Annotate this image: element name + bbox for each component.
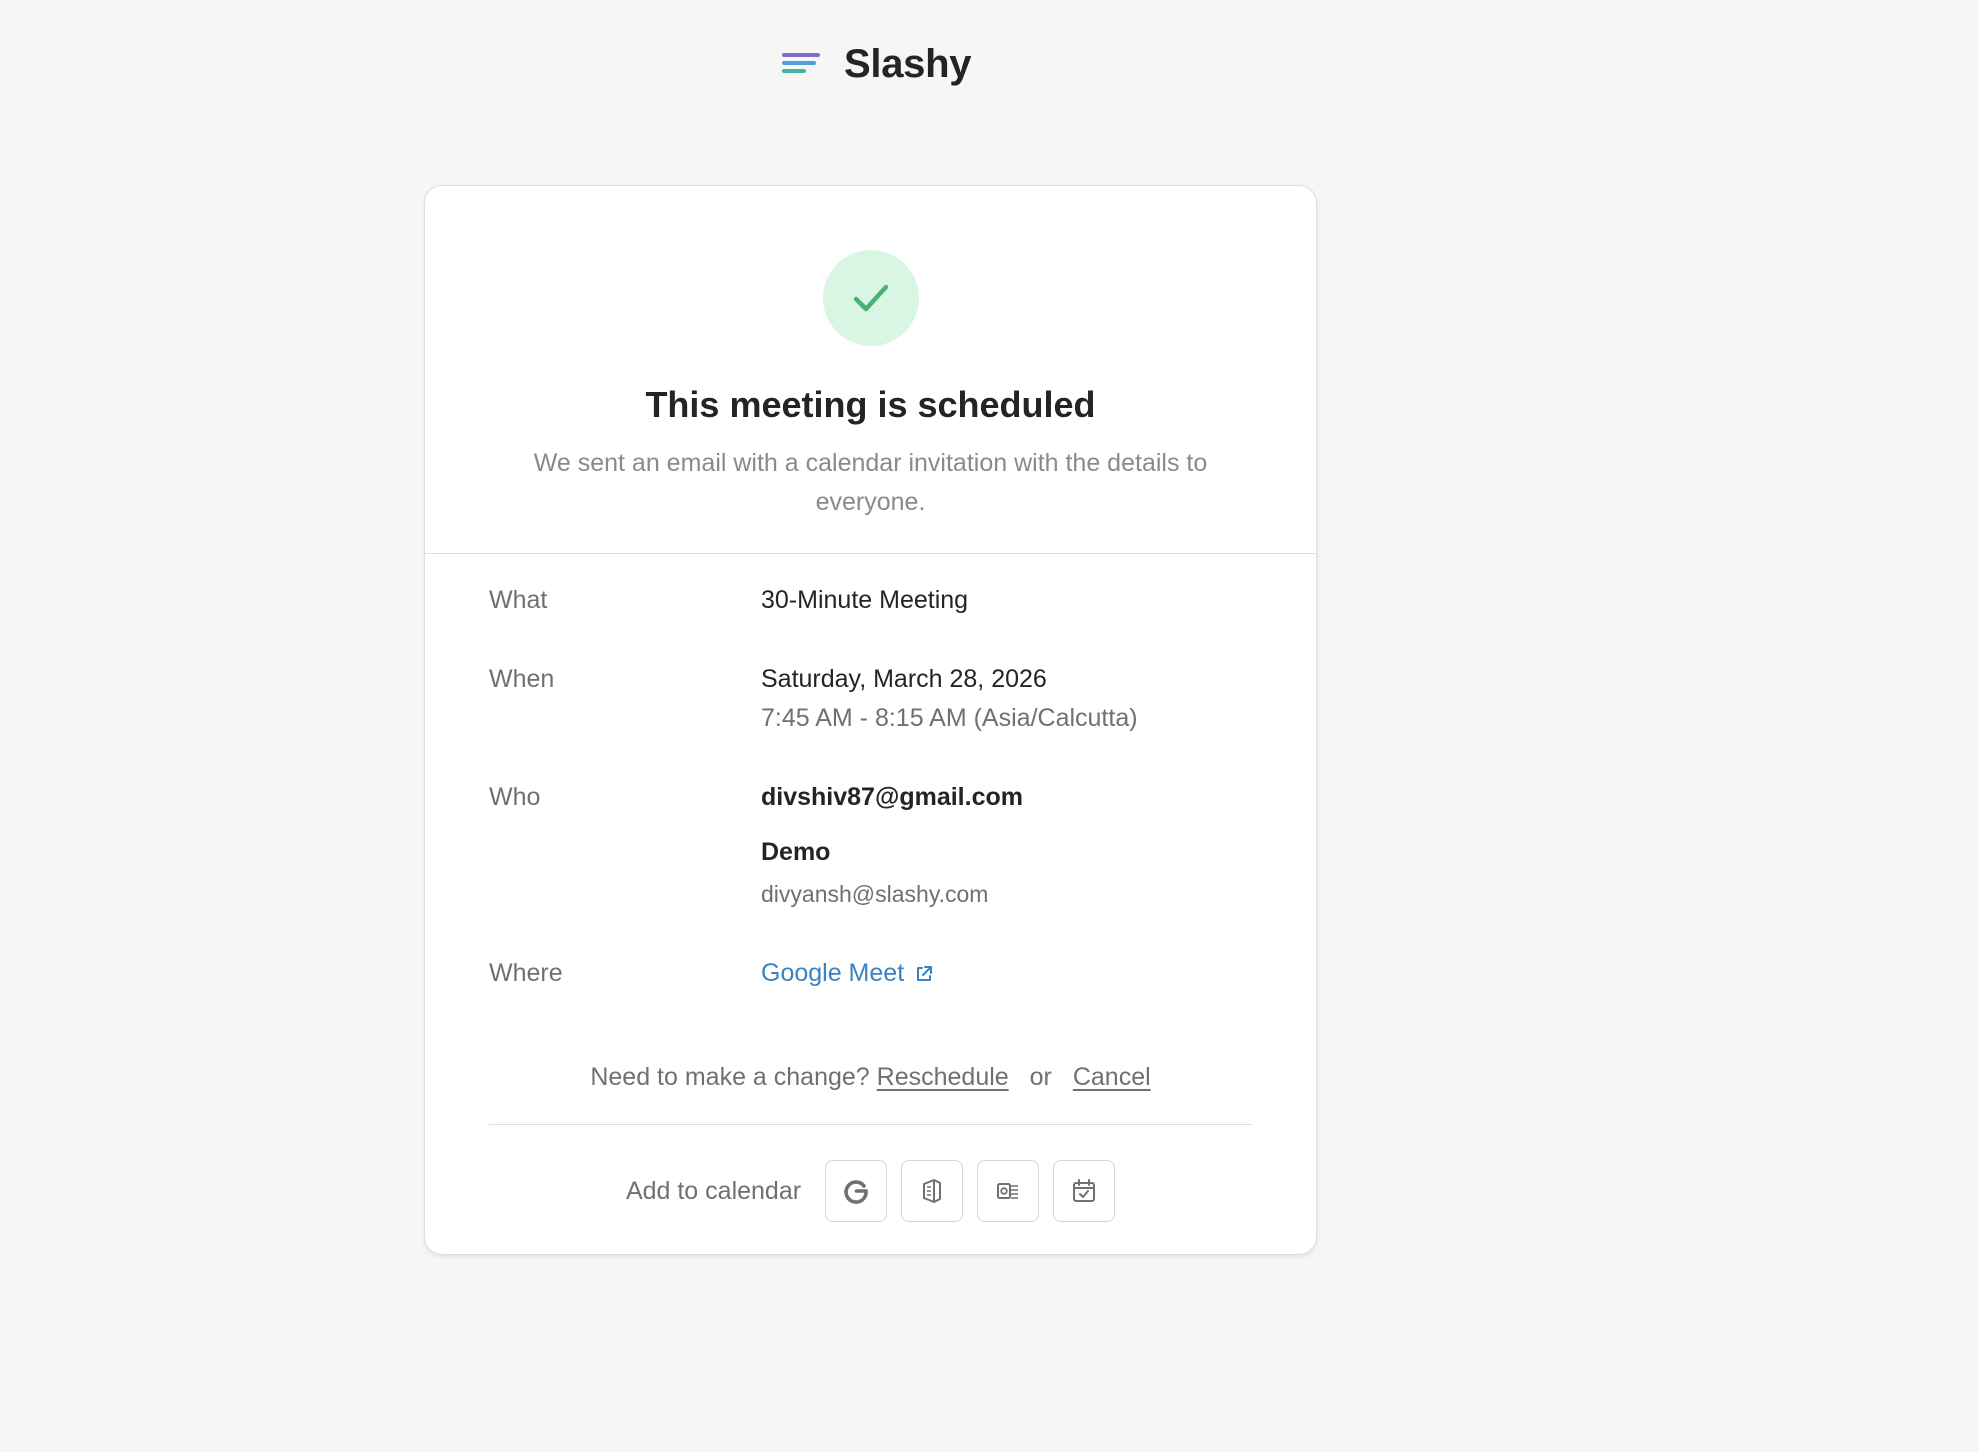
brand-name: Slashy — [844, 41, 972, 86]
brand-header: Slashy — [782, 38, 971, 90]
cancel-link[interactable]: Cancel — [1073, 1063, 1151, 1091]
page-title: This meeting is scheduled — [645, 384, 1096, 425]
google-calendar-button[interactable] — [825, 1160, 888, 1222]
add-to-calendar-row: Add to calendar — [425, 1160, 1316, 1222]
google-calendar-icon — [844, 1180, 868, 1204]
confirmation-subtitle: We sent an email with a calendar invitat… — [533, 449, 1208, 516]
what-label: What — [489, 586, 548, 614]
ics-calendar-button[interactable] — [1053, 1160, 1116, 1222]
external-link-icon — [917, 965, 933, 981]
booking-confirmation-card: This meeting is scheduled We sent an ema… — [424, 185, 1317, 1255]
where-label: Where — [489, 959, 563, 987]
who-label: Who — [489, 783, 541, 811]
meeting-date-value: Saturday, March 28, 2026 — [761, 665, 1047, 693]
office365-icon — [923, 1179, 942, 1203]
google-meet-link[interactable]: Google Meet — [761, 959, 934, 988]
google-meet-link-text: Google Meet — [761, 959, 905, 987]
outlook-calendar-button[interactable] — [977, 1160, 1040, 1222]
or-text: or — [1029, 1063, 1052, 1091]
meeting-type-value: 30-Minute Meeting — [761, 586, 969, 614]
office365-calendar-button[interactable] — [901, 1160, 964, 1222]
host-email: divyansh@slashy.com — [761, 881, 989, 907]
reschedule-link[interactable]: Reschedule — [877, 1063, 1009, 1091]
divider — [425, 553, 1316, 554]
when-label: When — [489, 665, 555, 693]
change-prompt: Need to make a change? — [590, 1063, 870, 1091]
change-row: Need to make a change? Reschedule or Can… — [425, 1063, 1316, 1092]
check-icon — [853, 284, 889, 312]
outlook-icon — [997, 1183, 1019, 1199]
divider — [489, 1124, 1252, 1125]
meeting-time-value: 7:45 AM - 8:15 AM (Asia/Calcutta) — [761, 704, 1138, 732]
ics-calendar-icon — [1073, 1179, 1096, 1202]
stacked-lines-logo-icon — [782, 53, 820, 73]
success-badge — [823, 250, 919, 346]
host-name: Demo — [761, 838, 831, 866]
add-to-calendar-label: Add to calendar — [625, 1176, 802, 1205]
attendee-email: divshiv87@gmail.com — [761, 783, 1023, 811]
